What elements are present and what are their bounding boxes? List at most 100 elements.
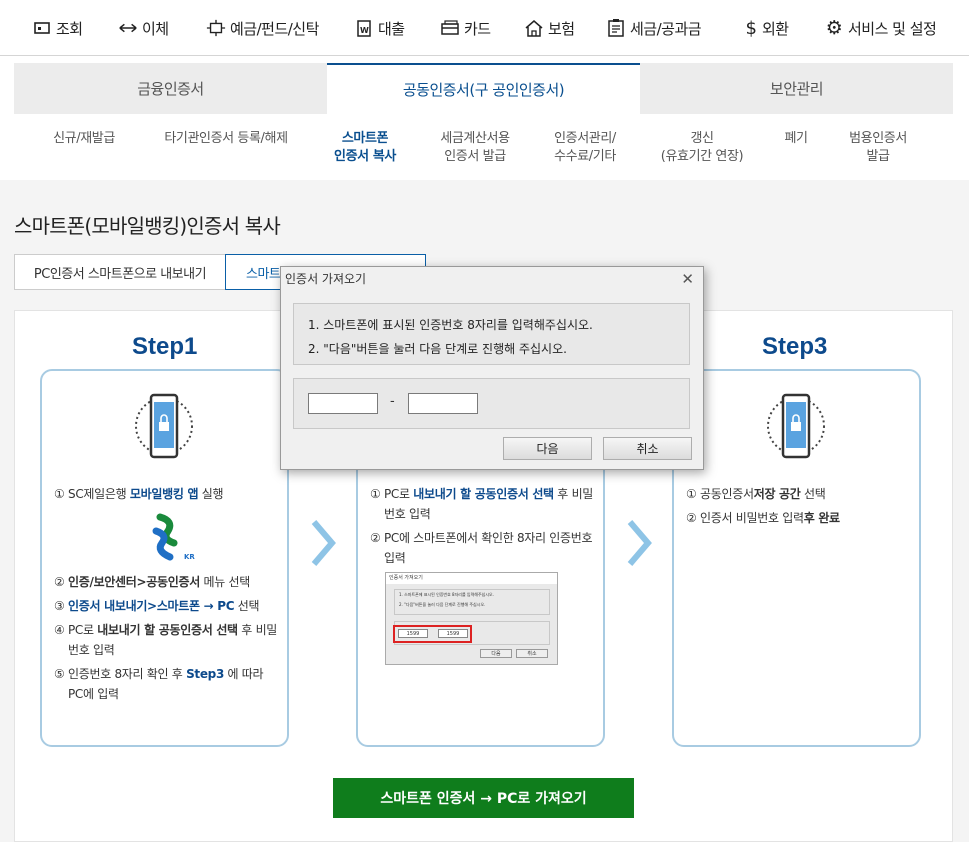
step2-line-1: ① PC로 내보내기 할 공동인증서 선택 후 비밀번호 입력 <box>370 484 596 524</box>
step1-line-4: ④ PC로 내보내기 할 공동인증서 선택 후 비밀번호 입력 <box>54 620 280 660</box>
dialog-line-2: 2. "다음"버튼을 눌러 다음 단계로 진행해 주십시오. <box>308 342 567 356</box>
nav-forex[interactable]: $ 외환 <box>744 16 790 40</box>
code-input-2[interactable] <box>408 393 478 414</box>
step-number: ① <box>54 487 65 501</box>
mini-line: 2. "다음"버튼을 눌러 다음 단계로 진행해 주십시오. <box>399 602 486 607</box>
step-number: ② <box>54 575 65 589</box>
nav-deposit[interactable]: 예금/펀드/신탁 <box>206 16 319 40</box>
chevron-right-icon <box>624 518 654 568</box>
sc-bank-logo: KR <box>138 513 198 563</box>
step-number: ① <box>686 487 697 501</box>
tax-icon <box>606 18 626 38</box>
subtab-cert-management[interactable]: 인증서관리/ 수수료/기타 <box>544 130 626 166</box>
gear-icon: ⚙ <box>825 17 843 39</box>
nav-tax[interactable]: 세금/공과금 <box>606 16 702 40</box>
deposit-icon <box>206 18 226 38</box>
nav-insurance[interactable]: 보험 <box>524 16 575 40</box>
subtab-general-cert[interactable]: 범용인증서 발급 <box>840 130 916 166</box>
step-number: ① <box>370 487 381 501</box>
subtab-other-institution[interactable]: 타기관인증서 등록/해제 <box>148 130 304 148</box>
next-button[interactable]: 다음 <box>503 437 592 460</box>
mini-instructions: 1. 스마트폰에 표시된 인증번호 8자리를 입력해주십시오. 2. "다음"버… <box>394 589 550 615</box>
svg-text:W: W <box>360 26 369 35</box>
step-highlight: 내보내기 할 공동인증서 선택 <box>413 487 554 501</box>
nav-label: 이체 <box>142 19 169 38</box>
step-number: ② <box>686 511 697 525</box>
mini-title: 인증서 가져오기 <box>386 573 557 584</box>
step-text: 선택 <box>234 599 260 613</box>
import-certificate-button[interactable]: 스마트폰 인증서 → PC로 가져오기 <box>333 778 634 818</box>
import-certificate-dialog: 인증서 가져오기 ✕ 1. 스마트폰에 표시된 인증번호 8자리를 입력해주십시… <box>280 266 704 470</box>
step-highlight: 인증/보안센터>공동인증서 <box>68 575 200 589</box>
nav-settings[interactable]: ⚙ 서비스 및 설정 <box>824 16 937 40</box>
step-number: ③ <box>54 599 65 613</box>
logo-kr: KR <box>184 553 195 561</box>
step3-title: Step3 <box>762 333 828 360</box>
step-text: PC에 스마트폰에서 확인한 8자리 인증번호 입력 <box>384 531 593 565</box>
step-highlight: 저장 공간 <box>753 487 801 501</box>
smartphone-lock-icon <box>766 390 826 480</box>
inquiry-icon <box>32 18 52 38</box>
step-number: ② <box>370 531 381 545</box>
chevron-right-icon <box>308 518 338 568</box>
step-text: 공동인증서 <box>700 487 754 501</box>
step-text: 실행 <box>198 487 224 501</box>
code-dash: - <box>390 394 395 409</box>
step2-line-2: ② PC에 스마트폰에서 확인한 8자리 인증번호 입력 <box>370 528 596 568</box>
step1-title: Step1 <box>132 333 198 360</box>
tab-export-to-phone[interactable]: PC인증서 스마트폰으로 내보내기 <box>14 254 226 290</box>
dialog-line-1: 1. 스마트폰에 표시된 인증번호 8자리를 입력해주십시오. <box>308 318 593 332</box>
nav-label: 조회 <box>56 19 83 38</box>
step1-line-1: ① SC제일은행 모바일뱅킹 앱 실행 <box>54 484 280 504</box>
cancel-button[interactable]: 취소 <box>603 437 692 460</box>
step3-line-2: ② 인증서 비밀번호 입력후 완료 <box>686 508 912 528</box>
dialog-title: 인증서 가져오기 <box>285 272 367 286</box>
step-text: SC제일은행 <box>68 487 130 501</box>
example-dialog-screenshot: 인증서 가져오기 1. 스마트폰에 표시된 인증번호 8자리를 입력해주십시오.… <box>385 572 558 665</box>
code-input-1[interactable] <box>308 393 378 414</box>
tab-joint-cert[interactable]: 공동인증서(구 공인인증서) <box>327 63 640 114</box>
subtab-smartphone-copy[interactable]: 스마트폰 인증서 복사 <box>324 130 406 166</box>
mini-next: 다음 <box>480 649 512 658</box>
step-text: PC로 <box>68 623 98 637</box>
card-icon <box>440 18 460 38</box>
step-text: 메뉴 선택 <box>199 575 250 589</box>
nav-loan[interactable]: W 대출 <box>354 16 405 40</box>
tab-financial-cert[interactable]: 금융인증서 <box>14 63 327 114</box>
step-highlight: 내보내기 할 공동인증서 선택 <box>97 623 238 637</box>
step1-line-5: ⑤ 인증번호 8자리 확인 후 Step3 에 따라 PC에 입력 <box>54 664 280 704</box>
transfer-icon <box>118 18 138 38</box>
smartphone-lock-icon <box>134 390 194 480</box>
close-icon[interactable]: ✕ <box>681 270 694 288</box>
step2-instructions: ① PC로 내보내기 할 공동인증서 선택 후 비밀번호 입력 ② PC에 스마트폰… <box>370 484 596 568</box>
step-text: 선택 <box>800 487 826 501</box>
subtab-new-reissue[interactable]: 신규/재발급 <box>44 130 124 148</box>
top-navigation: 조회 이체 예금/펀드/신탁 W 대출 카드 보험 세금/공과금 $ 외환 ⚙ … <box>0 0 969 56</box>
step1-line-2: ② 인증/보안센터>공동인증서 메뉴 선택 <box>54 572 280 592</box>
subtab-revoke[interactable]: 폐기 <box>778 130 814 148</box>
step1-line-3: ③ 인증서 내보내기>스마트폰 → PC 선택 <box>54 596 280 616</box>
page-title: 스마트폰(모바일뱅킹)인증서 복사 <box>14 214 281 238</box>
step-highlight: 후 완료 <box>803 511 840 525</box>
subtab-renewal[interactable]: 갱신 (유효기간 연장) <box>646 130 758 166</box>
step-number: ⑤ <box>54 667 65 681</box>
mini-code1: 1599 <box>398 629 428 638</box>
dollar-icon: $ <box>745 17 757 39</box>
mini-cancel: 취소 <box>516 649 548 658</box>
nav-transfer[interactable]: 이체 <box>118 16 169 40</box>
step-number: ④ <box>54 623 65 637</box>
mini-line: 1. 스마트폰에 표시된 인증번호 8자리를 입력해주십시오. <box>399 592 494 597</box>
subtab-tax-invoice[interactable]: 세금계산서용 인증서 발급 <box>430 130 520 166</box>
tab-security[interactable]: 보안관리 <box>640 63 953 114</box>
dialog-instructions: 1. 스마트폰에 표시된 인증번호 8자리를 입력해주십시오. 2. "다음"버… <box>293 303 690 365</box>
nav-label: 카드 <box>464 19 491 38</box>
loan-icon: W <box>354 18 374 38</box>
nav-card[interactable]: 카드 <box>440 16 491 40</box>
nav-inquiry[interactable]: 조회 <box>32 16 83 40</box>
nav-label: 보험 <box>548 19 575 38</box>
main-tabs: 금융인증서 공동인증서(구 공인인증서) 보안관리 <box>14 63 953 114</box>
step3-line-1: ① 공동인증서저장 공간 선택 <box>686 484 912 504</box>
dialog-code-group: - <box>293 378 690 429</box>
step-text: 인증서 비밀번호 입력 <box>700 511 804 525</box>
step-text: 인증번호 8자리 확인 후 <box>68 667 187 681</box>
